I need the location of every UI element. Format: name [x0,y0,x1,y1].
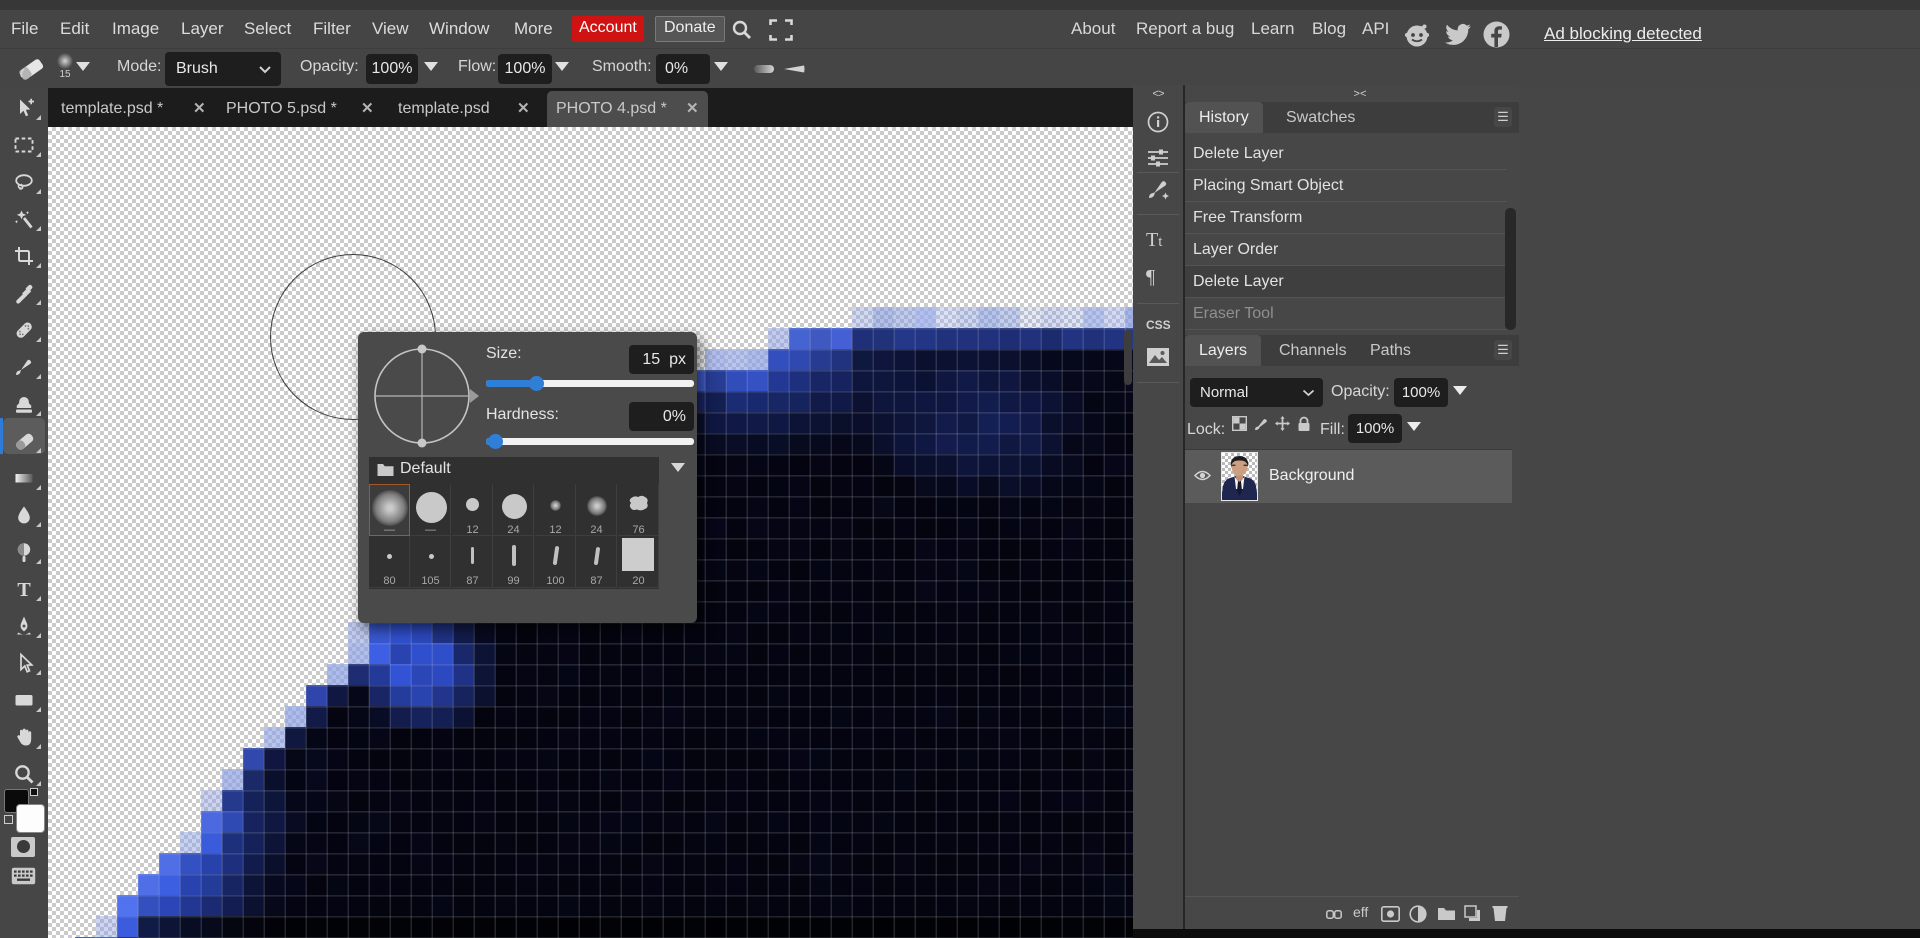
svg-text:T: T [17,579,31,600]
